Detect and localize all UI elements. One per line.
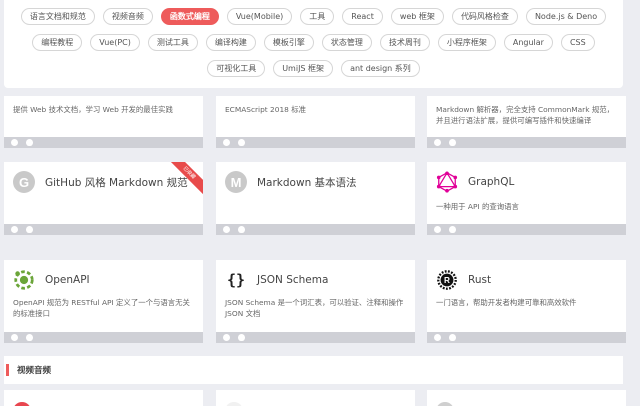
tag-state-management[interactable]: 状态管理 xyxy=(321,34,372,51)
category-tag-panel: 语言文档和规范 视频音频 函数式编程 Vue(Mobile) 工具 React … xyxy=(4,0,623,88)
card-footer xyxy=(4,137,203,148)
card-title: OpenAPI xyxy=(45,274,90,286)
home-icon[interactable] xyxy=(434,139,441,146)
graphql-icon xyxy=(436,171,458,193)
collected-ribbon: 已收藏 xyxy=(169,162,203,196)
card-description: OpenAPI 规范为 RESTful API 定义了一个与语言无关的标准接口 xyxy=(13,298,190,318)
home-icon[interactable] xyxy=(223,139,230,146)
home-icon[interactable] xyxy=(11,334,18,341)
card-markdown-basics[interactable]: M Markdown 基本语法 xyxy=(216,162,415,235)
logo-icon xyxy=(225,402,243,406)
tag-umijs[interactable]: UmiJS 框架 xyxy=(273,60,334,77)
tag-react[interactable]: React xyxy=(342,8,383,25)
ribbon-label: 已收藏 xyxy=(169,162,203,196)
tag-vue-mobile[interactable]: Vue(Mobile) xyxy=(226,8,293,25)
tag-angular[interactable]: Angular xyxy=(503,34,553,51)
card-description: 一门语言，帮助开发者构建可靠和高效软件 xyxy=(436,298,577,307)
json-braces-icon: {} xyxy=(226,271,246,289)
card-footer xyxy=(216,224,415,235)
card-description: ECMAScript 2018 标准 xyxy=(225,105,306,114)
tag-row-2: 编程教程 Vue(PC) 测试工具 编译构建 模板引擎 状态管理 技术周刊 小程… xyxy=(4,34,623,51)
card-footer xyxy=(4,332,203,343)
card-footer xyxy=(216,332,415,343)
letter-m-icon: M xyxy=(225,171,247,193)
card-description: 提供 Web 技术文档，学习 Web 开发的最佳实践 xyxy=(13,105,173,114)
card-footer xyxy=(216,137,415,148)
card-footer xyxy=(427,224,626,235)
openapi-icon xyxy=(14,270,34,290)
card-footer xyxy=(427,332,626,343)
tag-programming-tutorial[interactable]: 编程教程 xyxy=(32,34,83,51)
card-title: GraphQL xyxy=(468,176,515,188)
logo-icon xyxy=(436,402,454,406)
tag-tools[interactable]: 工具 xyxy=(300,8,335,25)
card-description: JSON Schema 是一个词汇表，可以验证、注释和操作 JSON 文档 xyxy=(225,298,404,318)
card-footer xyxy=(4,224,203,235)
card-title: GitHub 风格 Markdown 规范 xyxy=(45,176,188,189)
section-accent-bar xyxy=(6,364,9,376)
home-icon[interactable] xyxy=(434,334,441,341)
tag-testing-tools[interactable]: 测试工具 xyxy=(147,34,198,51)
github-icon[interactable] xyxy=(449,226,456,233)
home-icon[interactable] xyxy=(434,226,441,233)
rust-icon: R xyxy=(437,270,457,290)
github-icon[interactable] xyxy=(26,139,33,146)
home-icon[interactable] xyxy=(223,226,230,233)
github-icon[interactable] xyxy=(26,226,33,233)
tag-visualization[interactable]: 可视化工具 xyxy=(207,60,266,77)
section-title: 视频音频 xyxy=(17,366,52,376)
tag-build-tools[interactable]: 编译构建 xyxy=(205,34,256,51)
home-icon[interactable] xyxy=(11,139,18,146)
card-graphql[interactable]: GraphQL 一种用于 API 的查询语言 xyxy=(427,162,626,235)
card-partial-1[interactable] xyxy=(4,390,203,406)
tag-template-engine[interactable]: 模板引擎 xyxy=(263,34,314,51)
tag-row-1: 语言文档和规范 视频音频 函数式编程 Vue(Mobile) 工具 React … xyxy=(4,8,623,25)
letter-g-icon: G xyxy=(13,171,35,193)
github-icon[interactable] xyxy=(26,334,33,341)
card-partial-3[interactable] xyxy=(427,390,626,406)
card-mdn[interactable]: 提供 Web 技术文档，学习 Web 开发的最佳实践 xyxy=(4,96,203,148)
card-description: 一种用于 API 的查询语言 xyxy=(436,202,519,211)
tag-web-framework[interactable]: web 框架 xyxy=(390,8,444,25)
github-icon[interactable] xyxy=(238,139,245,146)
github-icon[interactable] xyxy=(238,226,245,233)
tag-code-lint[interactable]: 代码风格检查 xyxy=(451,8,518,25)
card-partial-2[interactable] xyxy=(216,390,415,406)
github-icon[interactable] xyxy=(449,334,456,341)
tag-functional-programming[interactable]: 函数式编程 xyxy=(160,8,219,25)
card-footer xyxy=(427,137,626,148)
card-title: Markdown 基本语法 xyxy=(257,176,357,189)
card-title: JSON Schema xyxy=(257,274,329,286)
tag-ant-design[interactable]: ant design 系列 xyxy=(341,60,420,77)
tag-miniprogram-framework[interactable]: 小程序框架 xyxy=(437,34,496,51)
tag-language-docs[interactable]: 语言文档和规范 xyxy=(20,8,95,25)
section-header-video-audio: 视频音频 xyxy=(4,356,623,384)
tag-vue-pc[interactable]: Vue(PC) xyxy=(90,34,140,51)
tag-node-deno[interactable]: Node.js & Deno xyxy=(525,8,607,25)
card-gfm-spec[interactable]: G GitHub 风格 Markdown 规范 已收藏 xyxy=(4,162,203,235)
card-json-schema[interactable]: {} JSON Schema JSON Schema 是一个词汇表，可以验证、注… xyxy=(216,260,415,343)
card-ecmascript[interactable]: ECMAScript 2018 标准 xyxy=(216,96,415,148)
tag-css[interactable]: CSS xyxy=(560,34,595,51)
card-rust[interactable]: R Rust 一门语言，帮助开发者构建可靠和高效软件 xyxy=(427,260,626,343)
home-icon[interactable] xyxy=(11,226,18,233)
github-icon[interactable] xyxy=(449,139,456,146)
card-markdown-parser[interactable]: Markdown 解析器，完全支持 CommonMark 规范，并且进行语法扩展… xyxy=(427,96,626,148)
card-openapi[interactable]: OpenAPI OpenAPI 规范为 RESTful API 定义了一个与语言… xyxy=(4,260,203,343)
card-title: Rust xyxy=(468,274,492,286)
github-icon[interactable] xyxy=(238,334,245,341)
tag-tech-weekly[interactable]: 技术周刊 xyxy=(379,34,430,51)
tag-video-audio[interactable]: 视频音频 xyxy=(102,8,153,25)
tag-row-3: 可视化工具 UmiJS 框架 ant design 系列 xyxy=(4,60,623,77)
svg-text:R: R xyxy=(444,276,450,285)
logo-icon xyxy=(13,402,31,406)
home-icon[interactable] xyxy=(223,334,230,341)
card-description: Markdown 解析器，完全支持 CommonMark 规范，并且进行语法扩展… xyxy=(436,105,615,125)
